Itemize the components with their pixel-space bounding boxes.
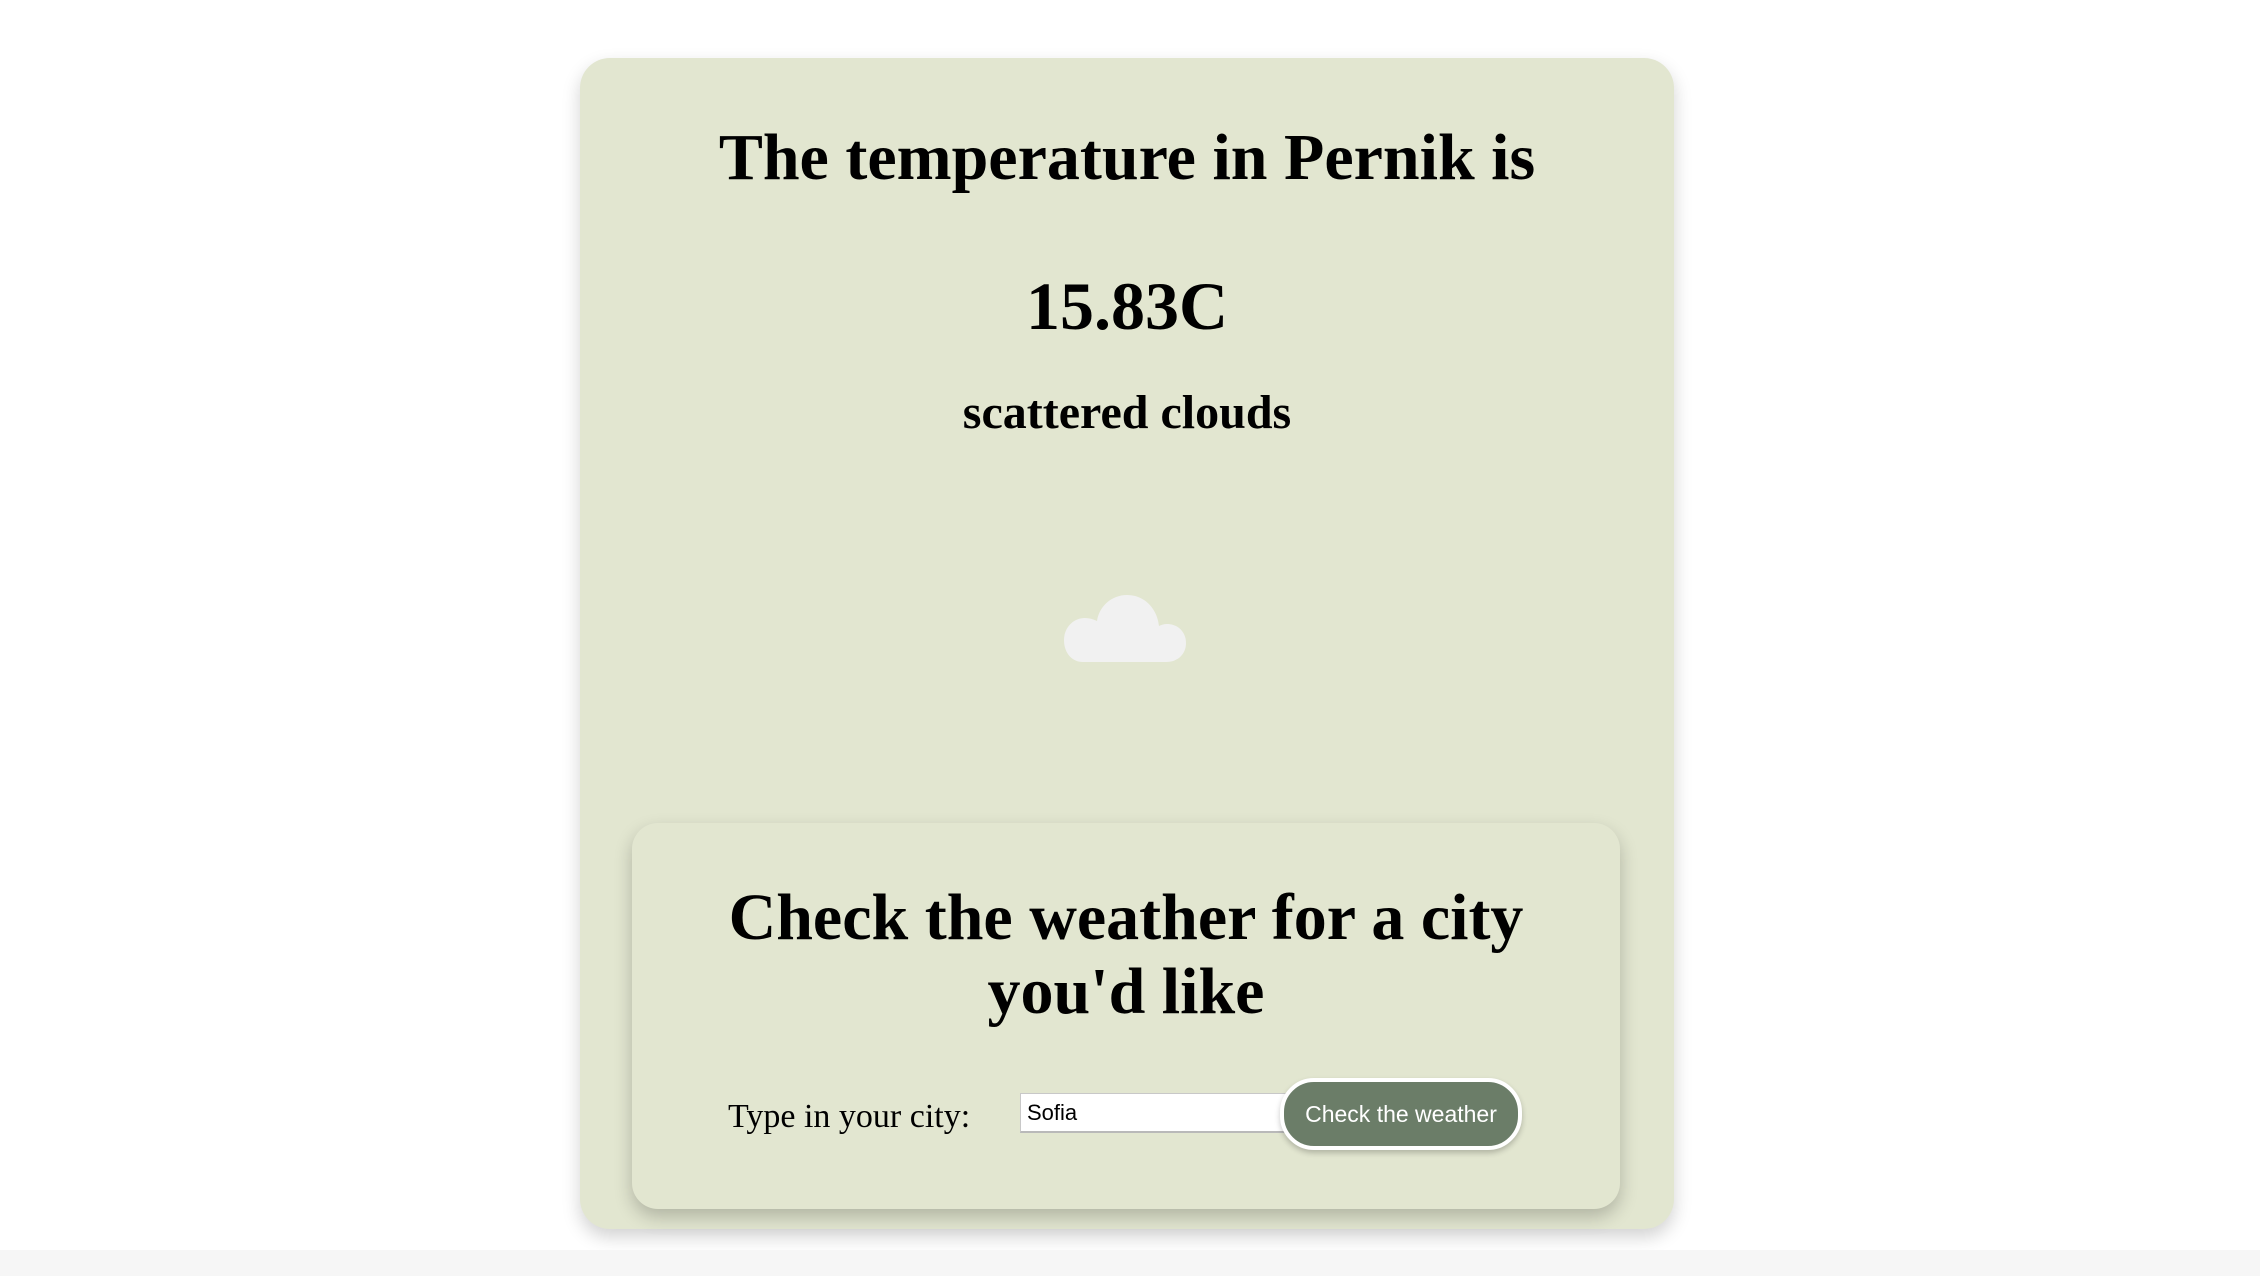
temperature-value: 15.83C [1025,268,1229,344]
temperature-title: The temperature in Pernik is [718,121,1536,194]
cloud-icon [1064,595,1186,662]
weather-page: The temperature in Pernik is 15.83C scat… [0,0,2260,1276]
search-title: Check the weather for a city you'd like [728,881,1524,1028]
city-input[interactable] [1020,1093,1312,1133]
weather-card: The temperature in Pernik is 15.83C scat… [580,58,1674,1229]
city-input-label: Type in your city: [728,1098,971,1135]
weather-description: scattered clouds [962,386,1292,439]
city-search-panel: Check the weather for a city you'd like … [632,823,1620,1209]
check-weather-button[interactable]: Check the weather [1280,1078,1522,1150]
bottom-bar [0,1250,2260,1276]
